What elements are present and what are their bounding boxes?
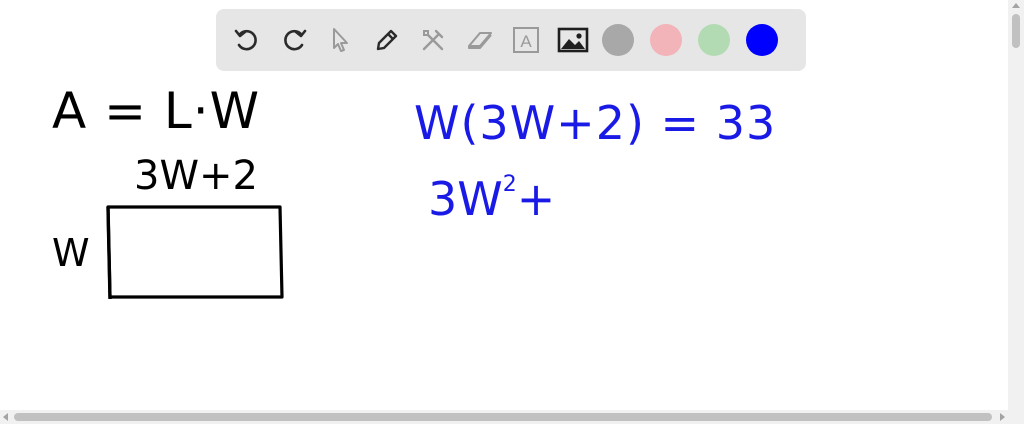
horizontal-scroll-thumb[interactable] — [14, 413, 992, 421]
equation-1: W(3W+2) = 33 — [414, 96, 777, 150]
vertical-scrollbar[interactable] — [1008, 0, 1024, 410]
equation-2-base: 3W — [428, 172, 503, 226]
equation-2-rest: + — [516, 172, 556, 226]
scroll-right-icon[interactable] — [1000, 413, 1005, 421]
vertical-scroll-thumb[interactable] — [1012, 14, 1020, 48]
whiteboard-canvas[interactable]: A A = L·W 3W+2 W W(3W+2) = 33 3W2+ — [0, 0, 1008, 410]
scroll-left-icon[interactable] — [3, 413, 8, 421]
equation-2: 3W2+ — [428, 174, 555, 223]
scroll-up-icon[interactable] — [1012, 3, 1020, 8]
equation-2-exponent: 2 — [502, 172, 517, 197]
horizontal-scrollbar[interactable] — [0, 410, 1024, 424]
